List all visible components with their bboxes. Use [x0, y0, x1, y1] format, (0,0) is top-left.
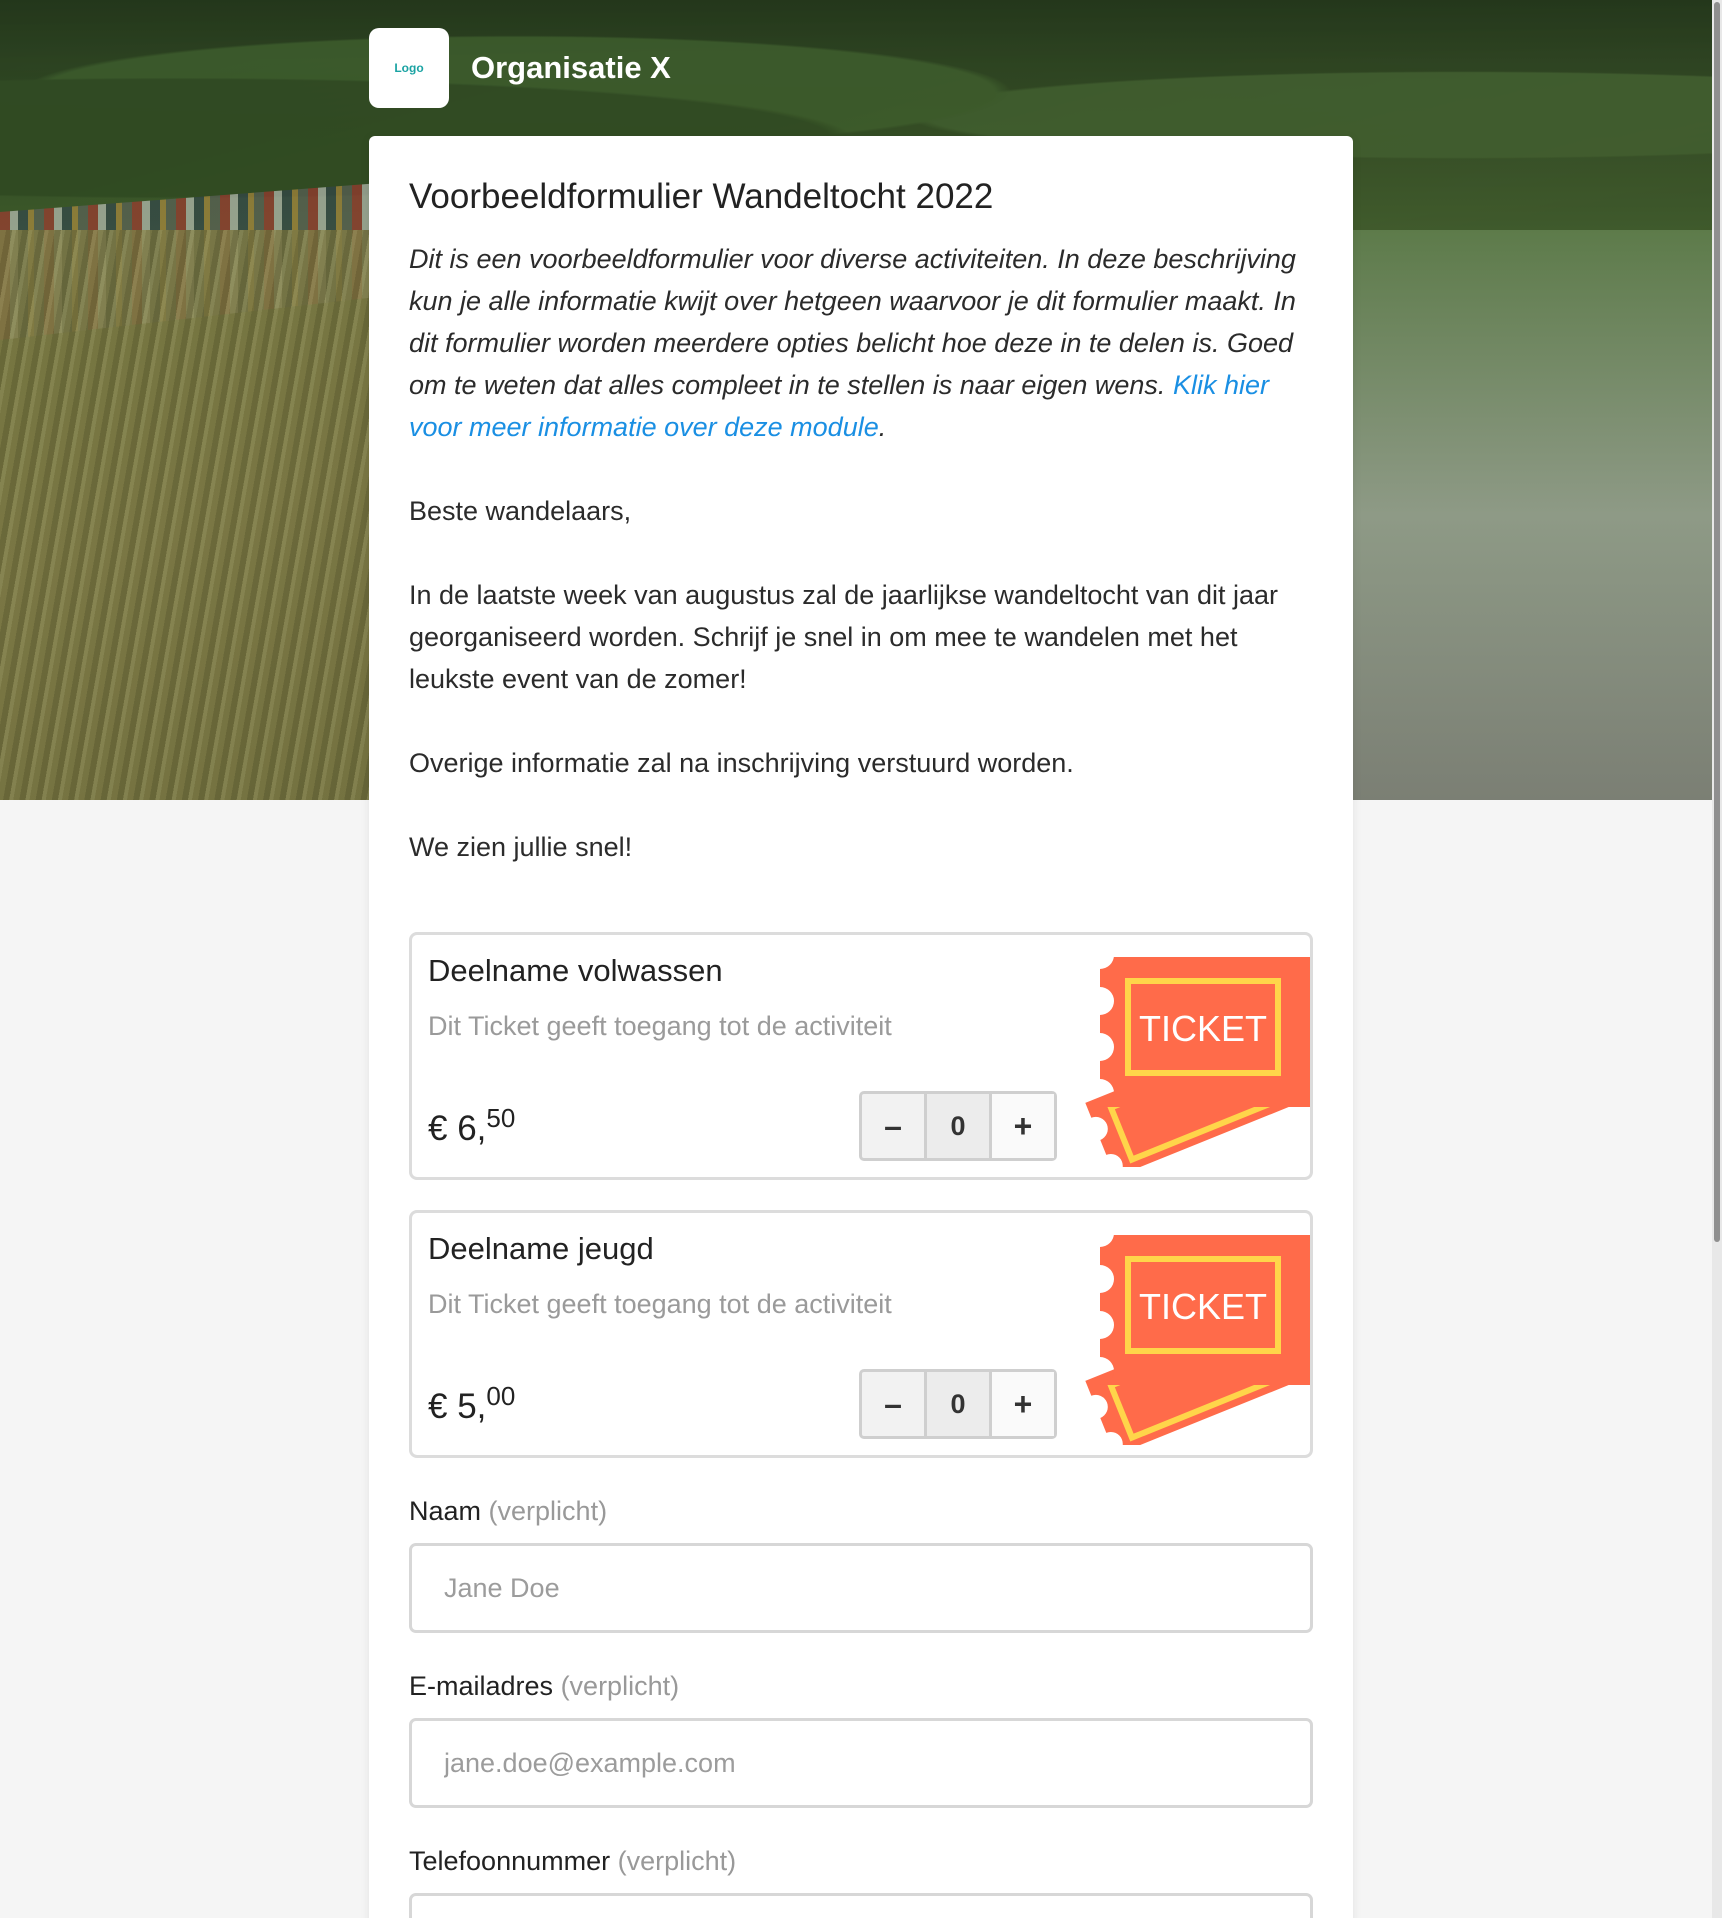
- closing-text: We zien jullie snel!: [409, 832, 633, 862]
- price-main: € 6,: [428, 1109, 487, 1148]
- phone-label-text: Telefoonnummer: [409, 1846, 611, 1876]
- increase-button[interactable]: +: [989, 1372, 1054, 1436]
- organisation-logo: Logo: [369, 28, 449, 108]
- price-cents: 00: [486, 1381, 516, 1411]
- increase-button[interactable]: +: [989, 1094, 1054, 1158]
- greeting-text: Beste wandelaars,: [409, 496, 632, 526]
- ticket-price: € 5,00: [428, 1381, 515, 1427]
- hero-road: [1300, 230, 1722, 800]
- quantity-stepper: – 0 +: [859, 1369, 1057, 1439]
- decrease-button[interactable]: –: [862, 1094, 924, 1158]
- form-intro: Dit is een voorbeeldformulier voor diver…: [409, 238, 1313, 448]
- ticket-card-youth: Deelname jeugd Dit Ticket geeft toegang …: [409, 1210, 1313, 1458]
- quantity-value[interactable]: 0: [924, 1094, 989, 1158]
- required-marker: (verplicht): [488, 1496, 608, 1526]
- required-marker: (verplicht): [560, 1671, 680, 1701]
- phone-input[interactable]: [409, 1893, 1313, 1918]
- ticket-price: € 6,50: [428, 1103, 515, 1149]
- price-cents: 50: [486, 1103, 516, 1133]
- name-input[interactable]: [409, 1543, 1313, 1633]
- form-title: Voorbeeldformulier Wandeltocht 2022: [409, 177, 994, 216]
- ticket-card-adult: Deelname volwassen Dit Ticket geeft toeg…: [409, 932, 1313, 1180]
- email-label-text: E-mailadres: [409, 1671, 554, 1701]
- price-main: € 5,: [428, 1387, 487, 1426]
- intro-end: .: [878, 412, 887, 442]
- decrease-button[interactable]: –: [862, 1372, 924, 1436]
- scrollbar-thumb[interactable]: [1714, 2, 1720, 1242]
- required-marker: (verplicht): [617, 1846, 737, 1876]
- quantity-value[interactable]: 0: [924, 1372, 989, 1436]
- ticket-icon: TICKET: [1085, 957, 1310, 1167]
- form-card: Voorbeeldformulier Wandeltocht 2022 Dit …: [369, 136, 1353, 1918]
- name-label-text: Naam: [409, 1496, 482, 1526]
- quantity-stepper: – 0 +: [859, 1091, 1057, 1161]
- intro-text: Dit is een voorbeeldformulier voor diver…: [409, 244, 1296, 400]
- hero-grass-field: [0, 230, 420, 800]
- ticket-icon: TICKET: [1085, 1235, 1310, 1445]
- event-paragraph: In de laatste week van augustus zal de j…: [409, 580, 1279, 694]
- email-label: E-mailadres (verplicht): [409, 1671, 1313, 1702]
- page-scrollbar[interactable]: [1712, 0, 1722, 1918]
- email-input[interactable]: [409, 1718, 1313, 1808]
- info-text: Overige informatie zal na inschrijving v…: [409, 748, 1074, 778]
- name-label: Naam (verplicht): [409, 1496, 1313, 1527]
- page-header: Logo Organisatie X: [369, 28, 671, 108]
- ticket-icon-label: TICKET: [1139, 1008, 1267, 1049]
- logo-text: Logo: [394, 61, 424, 75]
- organisation-name: Organisatie X: [471, 50, 671, 85]
- phone-label: Telefoonnummer (verplicht): [409, 1846, 1313, 1877]
- ticket-icon-label: TICKET: [1139, 1286, 1267, 1327]
